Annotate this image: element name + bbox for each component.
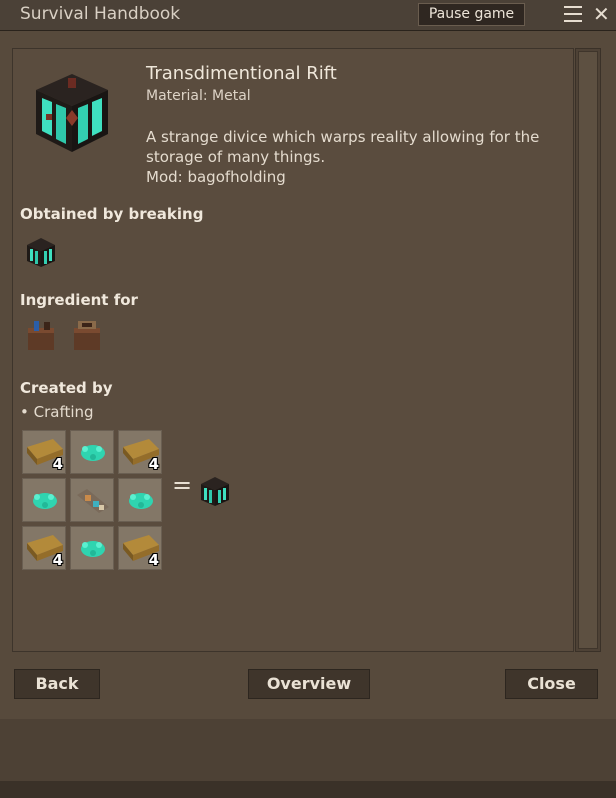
- quantity: 4: [148, 455, 159, 473]
- close-icon[interactable]: ✕: [593, 3, 613, 25]
- grid-cell[interactable]: [118, 478, 162, 522]
- quantity: 4: [148, 551, 159, 569]
- grid-cell[interactable]: [70, 478, 114, 522]
- equals-sign: =: [172, 471, 193, 499]
- pause-game-button[interactable]: Pause game: [418, 3, 525, 26]
- scrollbar[interactable]: [575, 48, 601, 652]
- grid-cell[interactable]: 4: [118, 430, 162, 474]
- crystal-icon: [129, 493, 153, 509]
- item-material: Material: Metal: [146, 88, 251, 104]
- bottom-bar: [0, 781, 616, 798]
- close-button[interactable]: Close: [505, 669, 598, 699]
- transdimentional-rift-icon: [36, 74, 108, 152]
- crafting-grid: 4 4 4 4: [22, 430, 164, 570]
- crystal-icon: [81, 541, 105, 557]
- quantity: 4: [52, 551, 63, 569]
- title-bar: Survival Handbook Pause game ✕: [0, 0, 616, 31]
- back-button[interactable]: Back: [14, 669, 100, 699]
- created-heading: Created by: [20, 379, 113, 397]
- quantity: 4: [52, 455, 63, 473]
- grid-cell[interactable]: 4: [22, 430, 66, 474]
- item-name: Transdimentional Rift: [146, 63, 337, 84]
- grid-cell[interactable]: [70, 526, 114, 570]
- obtained-heading: Obtained by breaking: [20, 205, 204, 223]
- rift-block-icon[interactable]: [24, 235, 58, 269]
- menu-icon[interactable]: [564, 6, 582, 22]
- crystal-icon: [81, 445, 105, 461]
- item-description: A strange divice which warps reality all…: [146, 128, 540, 166]
- bag-variant-icon[interactable]: [70, 318, 104, 352]
- recipe-output-icon[interactable]: [198, 474, 232, 508]
- grid-cell[interactable]: 4: [118, 526, 162, 570]
- window-title: Survival Handbook: [20, 4, 181, 24]
- overview-button[interactable]: Overview: [248, 669, 370, 699]
- device-icon: [77, 489, 109, 513]
- ingredient-heading: Ingredient for: [20, 291, 138, 309]
- crafting-method: • Crafting: [20, 403, 94, 421]
- crystal-icon: [33, 493, 57, 509]
- item-mod: Mod: bagofholding: [146, 168, 286, 186]
- grid-cell[interactable]: [22, 478, 66, 522]
- grid-cell[interactable]: 4: [22, 526, 66, 570]
- bag-item-icon[interactable]: [24, 318, 58, 352]
- bottom-strip: [0, 719, 616, 781]
- scrollbar-thumb[interactable]: [578, 51, 598, 649]
- grid-cell[interactable]: [70, 430, 114, 474]
